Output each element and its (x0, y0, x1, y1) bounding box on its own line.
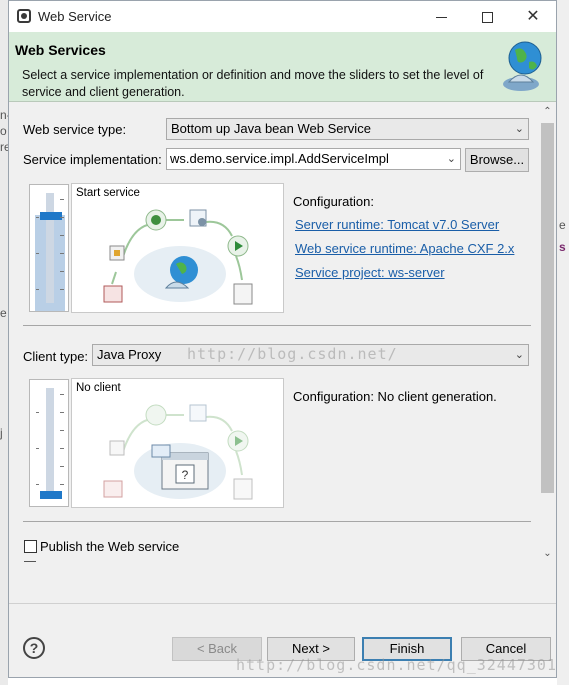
slider-tick (60, 394, 64, 395)
slider-tick (60, 484, 64, 485)
truncated-row-indicator (24, 561, 36, 562)
chevron-down-icon[interactable]: ⌄ (539, 545, 556, 562)
client-level-text: No client (76, 382, 121, 394)
background-app-edge-left (0, 0, 8, 685)
content-scrollbar[interactable]: ⌃ ⌄ (539, 103, 556, 565)
title-bar[interactable]: Web Service ✕ (9, 1, 556, 32)
background-text-fragment: o (0, 124, 7, 138)
banner-description: Select a service implementation or defin… (22, 68, 484, 99)
server-runtime-link[interactable]: Server runtime: Tomcat v7.0 Server (295, 217, 499, 232)
slider-tick (60, 289, 64, 290)
eclipse-app-icon (17, 9, 31, 23)
background-text-fragment: e (0, 306, 7, 320)
slider-tick (36, 448, 39, 449)
slider-tick (60, 448, 64, 449)
close-button[interactable]: ✕ (510, 1, 556, 32)
service-level-diagram: Start service (71, 183, 284, 313)
section-divider (23, 325, 531, 326)
client-type-label: Client type: (23, 349, 89, 364)
chevron-down-icon: ⌄ (514, 123, 524, 135)
service-slider-thumb[interactable] (40, 212, 62, 220)
web-service-type-label: Web service type: (23, 122, 127, 137)
wizard-content: Web service type: Bottom up Java bean We… (9, 103, 556, 603)
globe-icon (503, 41, 542, 91)
slider-tick (60, 217, 64, 218)
web-service-dialog: Web Service ✕ Web Services Select a serv… (8, 0, 557, 678)
chevron-down-icon: ⌄ (446, 153, 456, 165)
watermark-text: http://blog.csdn.net/qq_32447301 (236, 656, 557, 674)
client-type-value: Java Proxy (97, 347, 162, 362)
window-title: Web Service (38, 9, 112, 24)
watermark-text: http://blog.csdn.net/ (187, 345, 398, 363)
svg-text:?: ? (182, 468, 189, 482)
web-service-type-value: Bottom up Java bean Web Service (171, 121, 371, 136)
client-lifecycle-illustration: ? (103, 404, 253, 500)
slider-tick (36, 253, 39, 254)
publish-label: Publish the Web service (40, 539, 180, 554)
slider-tick (60, 466, 64, 467)
slider-tick (60, 430, 64, 431)
scrollbar-thumb[interactable] (541, 123, 554, 493)
close-icon: ✕ (526, 8, 540, 25)
chevron-down-icon: ⌄ (514, 349, 524, 361)
client-level-slider[interactable] (29, 379, 69, 507)
client-slider-thumb[interactable] (40, 491, 62, 499)
banner-title: Web Services (15, 42, 106, 58)
service-level-slider[interactable] (29, 184, 69, 312)
background-app-edge-right (557, 0, 569, 685)
slider-track (46, 388, 54, 498)
section-divider (23, 521, 531, 522)
slider-tick (36, 217, 39, 218)
slider-tick (36, 412, 39, 413)
service-level-text: Start service (76, 187, 140, 199)
wizard-banner: Web Services Select a service implementa… (9, 32, 556, 102)
service-project-link[interactable]: Service project: ws-server (295, 265, 445, 280)
background-text-fragment: j (0, 426, 3, 440)
slider-tick (60, 235, 64, 236)
service-implementation-value: ws.demo.service.impl.AddServiceImpl (170, 151, 389, 166)
background-text-fragment: e (559, 218, 566, 232)
maximize-button[interactable] (464, 1, 510, 32)
slider-tick (60, 271, 64, 272)
minimize-button[interactable] (418, 1, 464, 32)
minimize-icon (435, 16, 447, 18)
service-implementation-input[interactable]: ws.demo.service.impl.AddServiceImpl ⌄ (166, 148, 461, 170)
button-bar-divider (9, 603, 556, 604)
maximize-icon (481, 11, 493, 23)
browse-button[interactable]: Browse... (465, 148, 529, 172)
slider-tick (60, 412, 64, 413)
client-configuration-label: Configuration: No client generation. (293, 389, 497, 404)
slider-track (46, 193, 54, 303)
web-service-runtime-link[interactable]: Web service runtime: Apache CXF 2.x (295, 241, 514, 256)
background-text-fragment: s (559, 240, 566, 254)
client-level-diagram: No client ? (71, 378, 284, 508)
service-lifecycle-illustration (103, 209, 253, 305)
service-configuration-label: Configuration: (293, 194, 374, 209)
slider-tick (60, 253, 64, 254)
slider-tick (60, 199, 64, 200)
help-icon[interactable]: ? (23, 637, 45, 659)
web-service-type-select[interactable]: Bottom up Java bean Web Service ⌄ (166, 118, 529, 140)
slider-tick (36, 289, 39, 290)
chevron-up-icon[interactable]: ⌃ (539, 103, 556, 120)
slider-tick (36, 484, 39, 485)
service-implementation-label: Service implementation: (23, 152, 162, 167)
publish-checkbox[interactable] (24, 540, 37, 553)
